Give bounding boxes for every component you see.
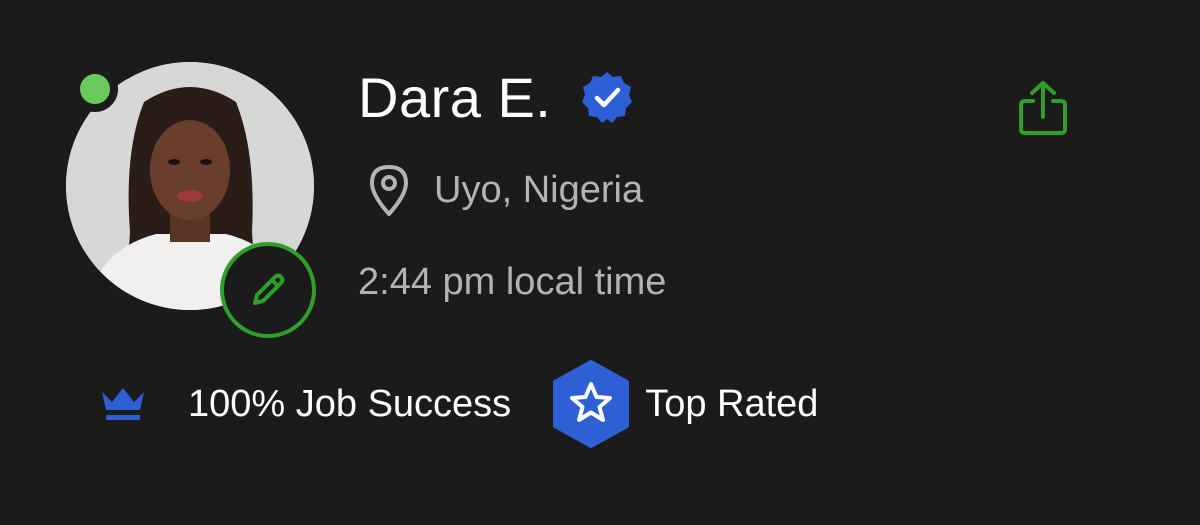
location-row: Uyo, Nigeria bbox=[366, 160, 643, 220]
verified-badge-icon bbox=[579, 69, 635, 125]
location-text: Uyo, Nigeria bbox=[434, 168, 644, 211]
stats-row: 100% Job Success Top Rated bbox=[98, 358, 818, 450]
profile-header: Dara E. Uyo, Nigeria 2:44 pm local time … bbox=[0, 0, 1200, 525]
map-pin-icon bbox=[366, 163, 412, 217]
share-icon bbox=[1013, 79, 1073, 137]
job-success-label: 100% Job Success bbox=[188, 382, 512, 425]
star-badge-icon bbox=[551, 360, 631, 448]
profile-name: Dara E. bbox=[358, 65, 552, 129]
name-row: Dara E. bbox=[358, 64, 635, 130]
pencil-icon bbox=[247, 269, 289, 311]
edit-photo-button[interactable] bbox=[220, 242, 316, 338]
online-status-dot bbox=[72, 66, 118, 112]
crown-icon bbox=[98, 384, 148, 424]
avatar-container bbox=[66, 62, 316, 338]
top-rated-label: Top Rated bbox=[645, 382, 819, 425]
share-button[interactable] bbox=[1008, 76, 1078, 140]
local-time: 2:44 pm local time bbox=[358, 260, 667, 303]
